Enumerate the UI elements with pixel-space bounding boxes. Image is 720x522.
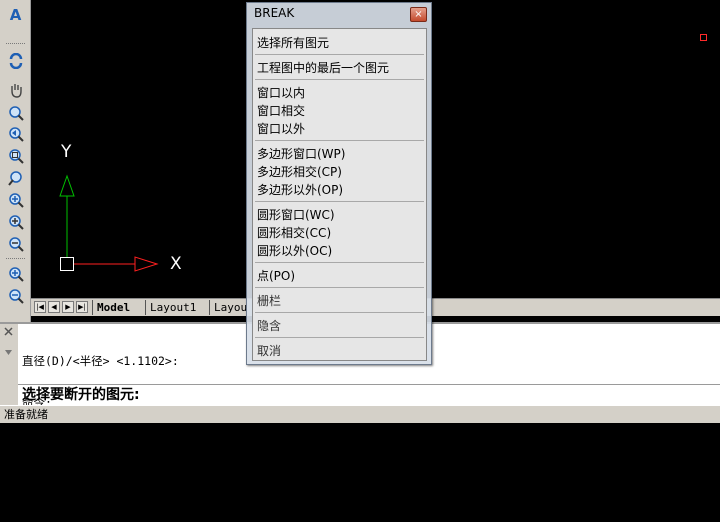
tab-last-button[interactable]: ▶| (76, 301, 88, 313)
menu-separator (255, 312, 424, 313)
command-history: 直径(D)/<半径> <1.1102>: 命令: 命令: 命令: _BREAK (22, 326, 179, 522)
zoom-realtime-button[interactable] (5, 104, 26, 122)
menu-separator (255, 79, 424, 80)
option-fence[interactable]: 栅栏 (257, 292, 281, 309)
ucs-y-arrow (59, 174, 75, 197)
close-icon: × (414, 9, 423, 20)
option-polygon-window[interactable]: 多边形窗口(WP) (257, 145, 345, 162)
zoom-extents-button[interactable] (5, 287, 26, 305)
option-select-all[interactable]: 选择所有图元 (257, 34, 329, 51)
option-last-entity[interactable]: 工程图中的最后一个图元 (257, 59, 389, 76)
tab-layout2[interactable]: Layou (209, 300, 251, 315)
regen-button[interactable] (5, 52, 26, 70)
hand-icon (10, 84, 22, 98)
menu-separator (255, 140, 424, 141)
zoom-out-button[interactable] (5, 235, 26, 253)
tab-prev-button[interactable]: ◀ (48, 301, 60, 313)
command-history-line: 命令: (22, 438, 52, 452)
command-history-line: 命令: _BREAK (22, 480, 101, 494)
menu-separator (255, 201, 424, 202)
option-implied[interactable]: 隐含 (257, 317, 281, 334)
tab-model[interactable]: Model (92, 300, 134, 315)
zoom-dynamic-icon (7, 171, 22, 186)
command-window-controls (4, 327, 13, 355)
tab-next-button[interactable]: ▶ (62, 301, 74, 313)
option-window-crossing[interactable]: 窗口相交 (257, 102, 305, 119)
option-cancel[interactable]: 取消 (257, 342, 281, 359)
menu-separator (255, 337, 424, 338)
zoom-window-icon (8, 149, 24, 164)
zoom-all-icon (8, 267, 24, 282)
option-circle-crossing[interactable]: 圆形相交(CC) (257, 224, 331, 241)
zoom-previous-button[interactable] (5, 125, 26, 143)
text-icon: A (9, 6, 22, 24)
regen-icon (9, 53, 22, 69)
popup-close-button[interactable]: × (410, 7, 427, 22)
option-circle-outside[interactable]: 圆形以外(OC) (257, 242, 332, 259)
zoom-center-icon (8, 193, 24, 208)
option-polygon-outside[interactable]: 多边形以外(OP) (257, 181, 343, 198)
ucs-x-arrow (134, 256, 159, 272)
menu-separator (255, 54, 424, 55)
zoom-window-button[interactable] (5, 147, 26, 165)
command-history-line: 直径(D)/<半径> <1.1102>: (22, 354, 179, 368)
ucs-origin-box (60, 257, 74, 271)
option-window-inside[interactable]: 窗口以内 (257, 84, 305, 101)
zoom-in-icon (8, 215, 24, 230)
toolbar-separator (6, 258, 25, 259)
zoom-out-icon (8, 237, 24, 252)
text-tool-button[interactable]: A (5, 6, 26, 24)
zoom-icon (8, 106, 24, 121)
option-polygon-crossing[interactable]: 多边形相交(CP) (257, 163, 342, 180)
ucs-y-label: Y (61, 142, 72, 162)
popup-title: BREAK (254, 6, 295, 20)
zoom-previous-icon (8, 127, 24, 142)
command-prompt-input[interactable]: 选择要断开的图元: (18, 384, 720, 405)
break-selection-popup: BREAK × 选择所有图元 工程图中的最后一个图元 窗口以内 窗口相交 窗口以… (246, 2, 432, 365)
tab-first-button[interactable]: |◀ (34, 301, 46, 313)
selection-options-list: 选择所有图元 工程图中的最后一个图元 窗口以内 窗口相交 窗口以外 多边形窗口(… (252, 28, 427, 361)
option-point[interactable]: 点(PO) (257, 267, 295, 284)
zoom-extents-icon (8, 289, 24, 304)
left-toolbar: A (0, 0, 31, 322)
zoom-in-button[interactable] (5, 213, 26, 231)
option-window-outside[interactable]: 窗口以外 (257, 120, 305, 137)
zoom-dynamic-button[interactable] (5, 169, 26, 187)
close-icon (4, 327, 13, 336)
option-circle-window[interactable]: 圆形窗口(WC) (257, 206, 335, 223)
triangle-down-icon (5, 350, 12, 355)
grip-marker (700, 34, 707, 41)
zoom-all-button[interactable] (5, 265, 26, 283)
menu-separator (255, 262, 424, 263)
toolbar-separator (6, 43, 25, 44)
command-window-grip[interactable] (0, 324, 18, 405)
menu-separator (255, 287, 424, 288)
tab-layout1[interactable]: Layout1 (145, 300, 200, 315)
ucs-x-label: X (170, 254, 182, 274)
status-bar: 准备就绪 (0, 405, 720, 423)
zoom-center-button[interactable] (5, 191, 26, 209)
pan-button[interactable] (5, 81, 26, 99)
